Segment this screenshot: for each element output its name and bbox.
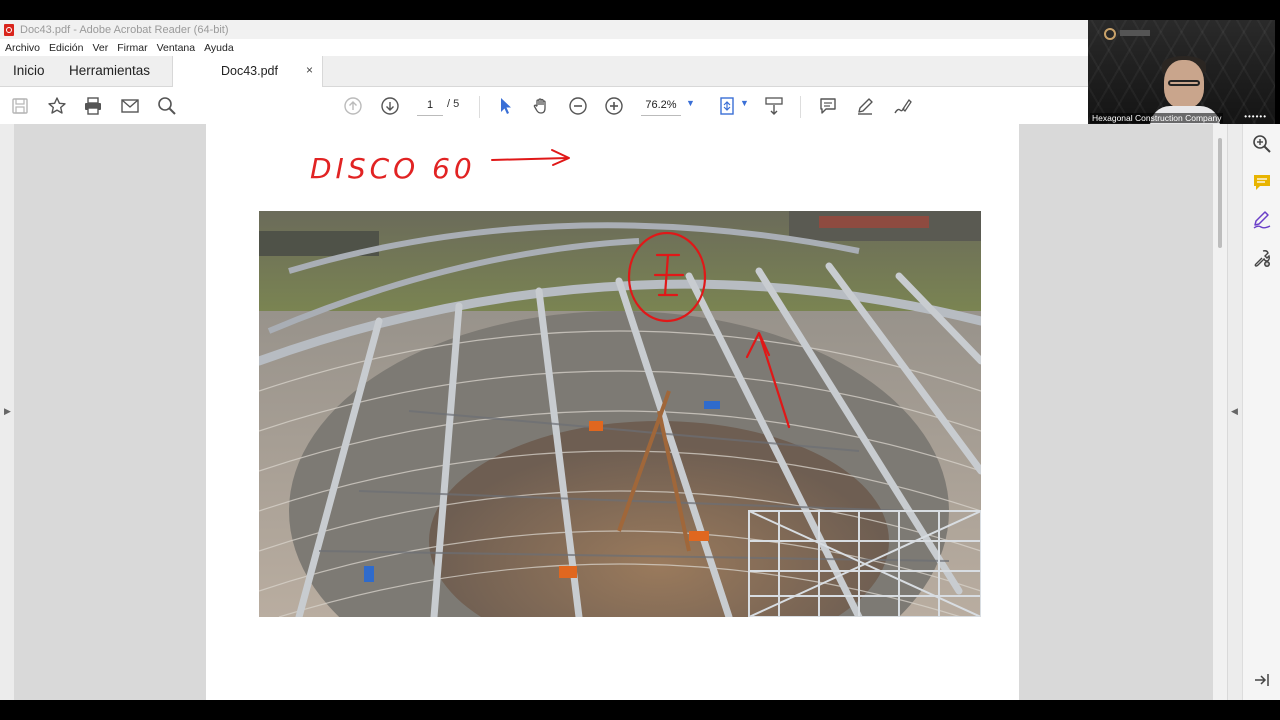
menu-ayuda[interactable]: Ayuda <box>204 42 234 54</box>
close-tab-icon[interactable]: × <box>306 63 313 77</box>
pdf-page[interactable]: DISCO 60 <box>206 124 1019 700</box>
company-logo-text-bar <box>1120 30 1150 36</box>
email-icon[interactable] <box>119 95 141 117</box>
hand-tool-icon[interactable] <box>530 95 552 117</box>
participant-name: Hexagonal Construction Company <box>1090 113 1224 123</box>
stadium-construction-photo <box>259 211 981 617</box>
highlight-pen-icon[interactable] <box>854 95 876 117</box>
zoom-tool-icon[interactable] <box>1252 134 1272 154</box>
print-icon[interactable] <box>82 95 104 117</box>
menu-edicion[interactable]: Edición <box>49 42 83 54</box>
right-panel-toggle[interactable]: ◀ <box>1228 124 1242 700</box>
webcam-overlay: Hexagonal Construction Company •••••• <box>1088 20 1275 124</box>
toolbar-divider <box>800 96 801 118</box>
menu-ver[interactable]: Ver <box>92 42 108 54</box>
acrobat-pdf-icon <box>4 23 14 36</box>
comment-icon[interactable] <box>817 95 839 117</box>
handwritten-annotation: DISCO 60 <box>310 149 570 185</box>
tab-bar: Inicio Herramientas Doc43.pdf × <box>0 56 1088 87</box>
select-cursor-icon[interactable] <box>494 95 516 117</box>
comment-tool-icon[interactable] <box>1252 172 1272 192</box>
tab-home[interactable]: Inicio <box>13 63 45 78</box>
handwritten-note-text: DISCO 60 <box>310 152 476 185</box>
previous-page-icon[interactable] <box>342 95 364 117</box>
zoom-in-icon[interactable] <box>603 95 625 117</box>
collapse-right-icon[interactable]: ◀ <box>1231 406 1238 417</box>
fit-page-icon[interactable] <box>716 95 738 117</box>
tools-pane <box>1242 124 1280 700</box>
tab-tools[interactable]: Herramientas <box>69 63 150 78</box>
save-icon[interactable] <box>9 95 31 117</box>
fit-dropdown-icon[interactable]: ▼ <box>740 98 749 108</box>
zoom-dropdown-icon[interactable]: ▼ <box>686 98 695 108</box>
zoom-out-icon[interactable] <box>567 95 589 117</box>
expand-left-icon[interactable]: ▶ <box>4 406 11 417</box>
toolbar-divider <box>479 96 480 118</box>
company-logo-icon <box>1104 28 1116 40</box>
window-titlebar: Doc43.pdf - Adobe Acrobat Reader (64-bit… <box>0 20 1088 39</box>
screen-bottom-border <box>0 700 1280 720</box>
tab-document[interactable]: Doc43.pdf × <box>172 56 323 87</box>
menu-archivo[interactable]: Archivo <box>5 42 40 54</box>
left-panel-toggle[interactable]: ▶ <box>0 124 14 700</box>
next-page-icon[interactable] <box>379 95 401 117</box>
screen-top-border <box>0 0 1280 20</box>
bookmark-star-icon[interactable] <box>46 95 68 117</box>
page-total-label: / 5 <box>447 98 460 110</box>
menu-bar: Archivo Edición Ver Firmar Ventana Ayuda <box>0 39 1088 56</box>
scrollbar-thumb[interactable] <box>1218 138 1222 248</box>
fill-sign-icon[interactable] <box>891 95 913 117</box>
zoom-level-input[interactable]: 76.2% <box>641 97 681 116</box>
search-icon[interactable] <box>156 95 178 117</box>
menu-ventana[interactable]: Ventana <box>157 42 196 54</box>
page-number-input[interactable]: 1 <box>417 97 443 116</box>
document-viewer[interactable]: ▶ DISCO 60 ◀ <box>0 124 1242 700</box>
participant-glasses <box>1168 80 1200 86</box>
vertical-scrollbar[interactable] <box>1213 124 1227 700</box>
scroll-mode-icon[interactable] <box>763 95 785 117</box>
more-tools-icon[interactable] <box>1252 248 1272 268</box>
window-title: Doc43.pdf - Adobe Acrobat Reader (64-bit… <box>20 23 229 36</box>
more-options-icon[interactable]: •••••• <box>1244 112 1267 121</box>
main-toolbar: 1 / 5 76.2% ▼ ▼ <box>0 87 1088 125</box>
collapse-pane-icon[interactable] <box>1252 670 1272 690</box>
menu-firmar[interactable]: Firmar <box>117 42 147 54</box>
tab-document-label: Doc43.pdf <box>221 64 278 78</box>
fill-sign-tool-icon[interactable] <box>1252 210 1272 230</box>
